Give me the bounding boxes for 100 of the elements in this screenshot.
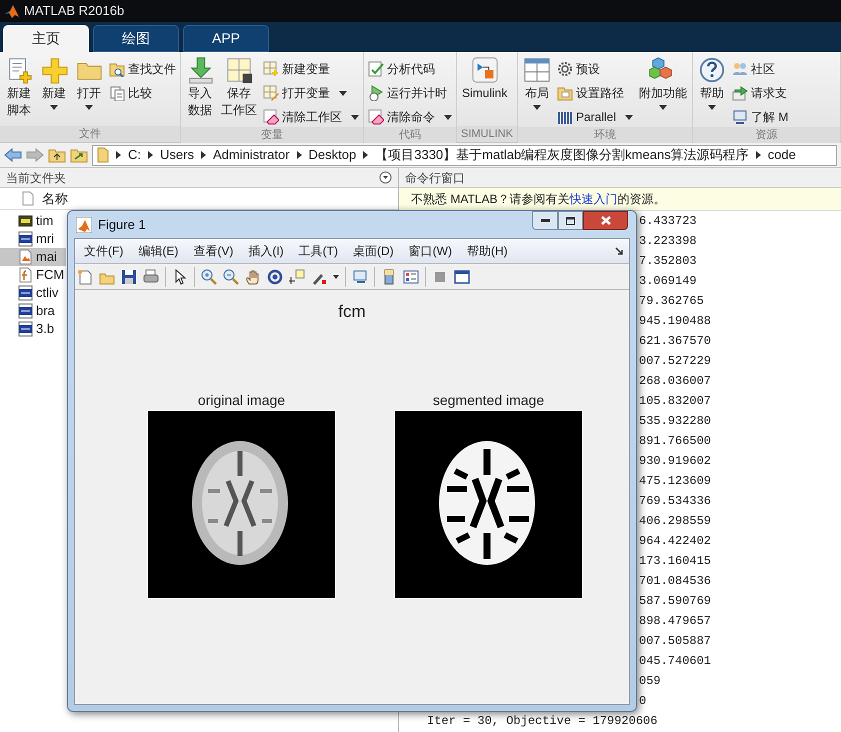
ribbon-button[interactable]: 预设 xyxy=(556,59,633,79)
ribbon-button[interactable]: Simulink xyxy=(461,56,508,126)
script-file-icon xyxy=(18,249,33,265)
ribbon-button[interactable]: 新建 脚本 xyxy=(4,56,34,126)
menu-item[interactable]: 插入(I) xyxy=(248,242,284,260)
menu-item[interactable]: 帮助(H) xyxy=(466,242,508,260)
checklist-icon xyxy=(368,61,384,77)
ribbon-button[interactable]: 新建 xyxy=(39,56,69,126)
new-file-icon[interactable] xyxy=(77,268,93,284)
run-timer-icon xyxy=(368,85,384,101)
ribbon-button[interactable]: 运行并计时 xyxy=(368,83,452,103)
console-line: 007.527229 xyxy=(639,353,712,370)
ribbon-button[interactable]: 布局 xyxy=(522,56,552,126)
window-title: Figure 1 xyxy=(98,216,146,234)
ribbon-button[interactable]: 新建变量 xyxy=(263,59,359,79)
ribbon-tab[interactable]: 绘图 xyxy=(93,25,179,52)
path-segment[interactable]: Users xyxy=(160,145,194,165)
console-line: 475.123609 xyxy=(639,473,712,490)
console-line: 891.766500 xyxy=(639,433,712,450)
path-segment[interactable]: Administrator xyxy=(212,145,290,165)
ribbon-tab[interactable]: APP xyxy=(183,25,269,52)
path-field[interactable]: C: Users Administrator Desktop 【项目3330】基于matlab编程灰度图像分割kmeans算法源码程序 code xyxy=(92,144,837,166)
menu-item[interactable]: 编辑(E) xyxy=(138,242,178,260)
arrow-icon xyxy=(732,85,748,101)
ribbon-button[interactable]: Parallel xyxy=(556,107,633,127)
path-segment[interactable]: code xyxy=(768,145,796,165)
ribbon-button[interactable]: 了解 M xyxy=(732,107,788,127)
console-line: 6.433723 xyxy=(639,213,697,230)
ribbon-button[interactable]: 清除命令 xyxy=(368,107,452,127)
file-row[interactable]: mai xyxy=(0,248,66,266)
console-line: 535.932280 xyxy=(639,413,712,430)
save-icon[interactable] xyxy=(121,268,137,284)
grid-plus-icon xyxy=(263,61,279,77)
path-segment[interactable]: C: xyxy=(128,145,141,165)
console-line: 3.069149 xyxy=(639,273,697,290)
ribbon-button[interactable]: 清除工作区 xyxy=(263,107,359,127)
close-button[interactable] xyxy=(583,211,628,230)
ribbon-button[interactable]: 打开 xyxy=(74,56,104,126)
menu-item[interactable]: 文件(F) xyxy=(84,242,124,260)
console-line: 007.505887 xyxy=(639,633,712,650)
small-caret-icon[interactable] xyxy=(333,274,339,278)
console-line: Iter = 30, Objective = 179920606 xyxy=(427,713,658,730)
menu-item[interactable]: 桌面(D) xyxy=(352,242,394,260)
ribbon-button[interactable]: 查找文件 xyxy=(109,59,176,79)
console-line: 898.479657 xyxy=(639,613,712,630)
legend-icon[interactable] xyxy=(403,268,419,284)
data-cursor-icon[interactable] xyxy=(289,268,305,284)
block-diagram-icon xyxy=(470,56,499,84)
file-icon xyxy=(22,191,34,206)
file-row[interactable]: FCM xyxy=(0,266,66,284)
printer-icon[interactable] xyxy=(143,268,159,284)
pan-hand-icon[interactable] xyxy=(245,268,261,284)
quick-start-link[interactable]: 快速入门 xyxy=(569,192,618,206)
path-segment[interactable]: Desktop xyxy=(308,145,356,165)
ribbon-button[interactable]: 分析代码 xyxy=(368,59,452,79)
zoom-in-icon[interactable] xyxy=(201,268,217,284)
ribbon-button[interactable]: 请求支 xyxy=(732,83,788,103)
up-folder-button[interactable] xyxy=(48,147,66,163)
forward-arrow-icon xyxy=(26,148,44,162)
ribbon-section-label: 变量 xyxy=(181,127,363,143)
plus-icon xyxy=(40,56,68,84)
file-row[interactable]: tim xyxy=(0,212,66,230)
ribbon-button[interactable]: 附加功能 xyxy=(638,56,688,126)
minimize-button[interactable] xyxy=(532,211,558,230)
console-line: 587.590769 xyxy=(639,593,712,610)
column-header[interactable]: 名称 xyxy=(42,188,68,208)
ribbon-button[interactable]: 打开变量 xyxy=(263,83,359,103)
panel-menu-icon xyxy=(379,171,392,184)
plot-title: fcm xyxy=(338,301,366,323)
restore-button[interactable] xyxy=(558,211,583,230)
console-line: 930.919602 xyxy=(639,453,712,470)
panel-title: 命令行窗口 xyxy=(405,170,465,186)
eraser-icon xyxy=(368,109,384,125)
people-icon xyxy=(732,61,748,77)
file-row[interactable]: bra xyxy=(0,302,66,320)
menu-item[interactable]: 工具(T) xyxy=(298,242,338,260)
path-segment[interactable]: 【项目3330】基于matlab编程灰度图像分割kmeans算法源码程序 xyxy=(375,145,749,165)
back-button[interactable] xyxy=(4,148,22,162)
ribbon-button[interactable]: 帮助 xyxy=(697,56,727,126)
ribbon-button[interactable]: 导入 数据 xyxy=(185,56,215,126)
panel-layout-icon[interactable] xyxy=(454,268,470,284)
file-row[interactable]: 3.b xyxy=(0,320,66,338)
console-line: 059 xyxy=(639,673,661,690)
ribbon-button[interactable]: 设置路径 xyxy=(556,83,633,103)
close-icon xyxy=(600,216,610,225)
menu-item[interactable]: 查看(V) xyxy=(193,242,234,260)
console-line: 621.367570 xyxy=(639,333,712,350)
browse-folder-button[interactable] xyxy=(70,147,88,163)
file-row[interactable]: ctliv xyxy=(0,284,66,302)
console-line: 3.223398 xyxy=(639,233,697,250)
ribbon-button[interactable]: 保存 工作区 xyxy=(220,56,258,126)
file-row[interactable]: mri xyxy=(0,230,66,248)
ribbon-button[interactable]: 比较 xyxy=(109,83,176,103)
bars-icon xyxy=(556,109,573,125)
zoom-out-icon[interactable] xyxy=(223,268,239,284)
folder-search-icon xyxy=(109,61,125,77)
ribbon-button[interactable]: 社区 xyxy=(732,59,788,79)
menu-item[interactable]: 窗口(W) xyxy=(408,242,452,260)
ribbon-tab[interactable]: 主页 xyxy=(3,25,89,52)
folder-icon xyxy=(97,147,109,163)
